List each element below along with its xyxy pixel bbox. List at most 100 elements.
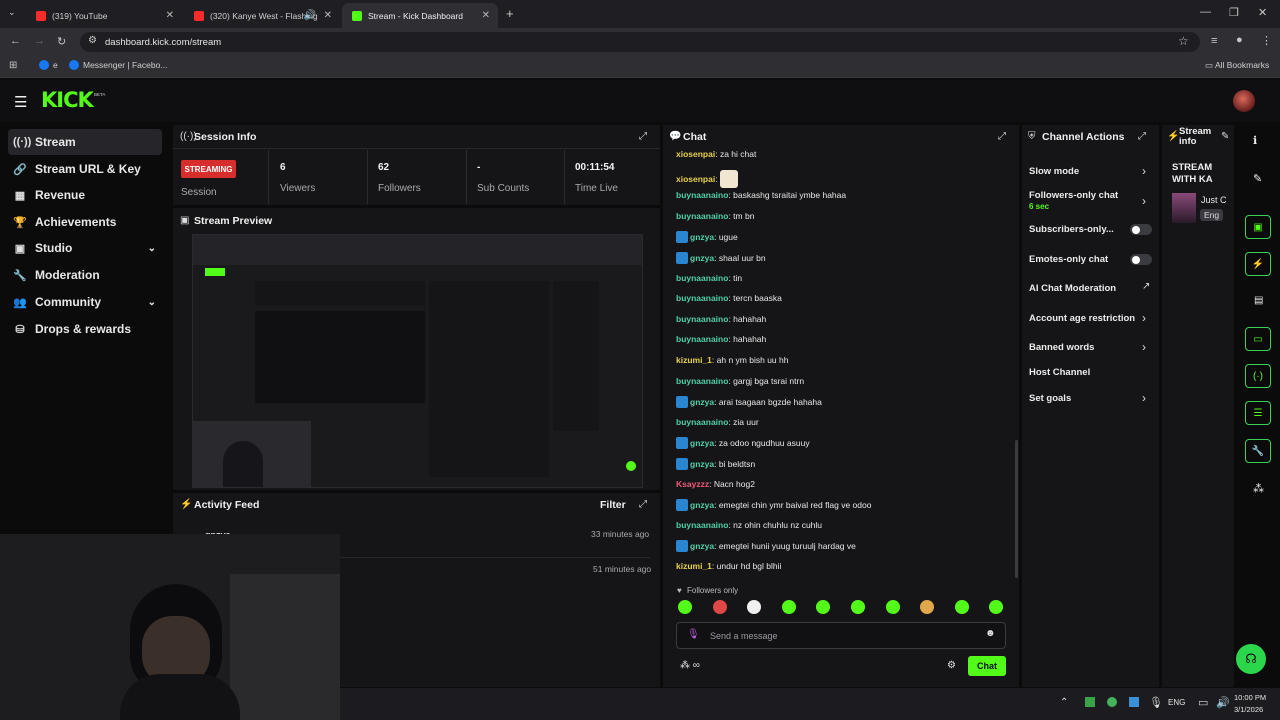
help-button[interactable]: ☊ — [1236, 644, 1266, 674]
minimize-icon[interactable]: — — [1200, 6, 1211, 18]
reload-icon[interactable]: ↻ — [57, 35, 66, 48]
menu-dots-icon[interactable]: ⋮ — [1261, 34, 1272, 47]
slow-mode-label[interactable]: Slow mode — [1029, 166, 1079, 177]
sidebar-item-community[interactable]: 👥 Community ⌄ — [8, 289, 162, 315]
close-icon[interactable]: ✕ — [482, 10, 490, 21]
chat-username[interactable]: buynaanaino — [676, 520, 728, 530]
chevron-right-icon[interactable]: › — [1142, 194, 1146, 208]
chat-username[interactable]: xiosenpai — [676, 149, 715, 159]
chat-username[interactable]: buynaanaino — [676, 190, 728, 200]
ai-chat-moderation-label[interactable]: AI Chat Moderation — [1029, 283, 1116, 294]
emote-button[interactable] — [851, 600, 865, 614]
chat-username[interactable]: gnzya — [690, 438, 714, 448]
settings-gear-icon[interactable]: ⚙ — [947, 660, 956, 671]
set-goals-label[interactable]: Set goals — [1029, 393, 1071, 404]
emotes-only-toggle[interactable] — [1130, 254, 1152, 265]
emoji-icon[interactable]: ☻ — [985, 628, 996, 639]
expand-icon[interactable]: ⤢ — [639, 499, 647, 510]
rail-layout-button[interactable]: ☰ — [1245, 401, 1271, 425]
chat-username[interactable]: buynaanaino — [676, 314, 728, 324]
tab-youtube[interactable]: (319) YouTube ✕ — [26, 3, 182, 28]
clock-time[interactable]: 10:00 PM — [1234, 693, 1266, 702]
pencil-icon[interactable]: ✎ — [1221, 131, 1229, 142]
speaker-icon[interactable]: 🔊 — [304, 10, 316, 21]
tray-app-icon[interactable] — [1107, 697, 1117, 707]
chat-username[interactable]: gnzya — [690, 397, 714, 407]
shield-tray-icon[interactable] — [1129, 697, 1139, 707]
chat-username[interactable]: buynaanaino — [676, 211, 728, 221]
sidebar-item-stream[interactable]: ((·)) Stream — [8, 129, 162, 155]
close-window-icon[interactable]: ✕ — [1258, 6, 1267, 19]
chat-username[interactable]: buynaanaino — [676, 417, 728, 427]
expand-icon[interactable]: ⤢ — [639, 131, 647, 142]
chat-username[interactable]: buynaanaino — [676, 376, 728, 386]
clock-date[interactable]: 3/1/2026 — [1234, 705, 1263, 714]
nvidia-icon[interactable] — [1085, 697, 1095, 707]
community-icon[interactable]: ⁂ — [1253, 482, 1264, 495]
account-age-label[interactable]: Account age restriction — [1029, 313, 1135, 324]
rail-bolt-button[interactable]: ⚡ — [1245, 252, 1271, 276]
emote-button[interactable] — [678, 600, 692, 614]
chat-username[interactable]: Ksayzzz — [676, 479, 709, 489]
rail-chat-button[interactable]: ▭ — [1245, 327, 1271, 351]
chat-input-placeholder[interactable]: Send a message — [710, 631, 778, 641]
document-icon[interactable]: ▤ — [1254, 295, 1263, 306]
chat-username[interactable]: buynaanaino — [676, 273, 728, 283]
rail-wrench-button[interactable]: 🔧 — [1245, 439, 1271, 463]
sidebar-item-revenue[interactable]: ▦ Revenue — [8, 182, 162, 208]
sidebar-item-studio[interactable]: ▣ Studio ⌄ — [8, 235, 162, 261]
chevron-right-icon[interactable]: › — [1142, 311, 1146, 325]
tab-kanye[interactable]: (320) Kanye West - Flashing 🔊 ✕ — [184, 3, 340, 28]
volume-icon[interactable]: 🔊 — [1216, 696, 1230, 709]
chevron-down-icon[interactable]: ⌄ — [148, 243, 156, 254]
sidebar-item-stream-url[interactable]: 🔗 Stream URL & Key — [8, 156, 162, 182]
sidebar-item-drops[interactable]: ⛁ Drops & rewards — [8, 316, 162, 342]
chat-scrollbar[interactable] — [1015, 440, 1018, 578]
banned-words-label[interactable]: Banned words — [1029, 342, 1094, 353]
new-tab-icon[interactable]: + — [506, 6, 514, 21]
bookmark-e[interactable]: e — [39, 60, 58, 70]
chat-username[interactable]: gnzya — [690, 541, 714, 551]
avatar[interactable] — [1233, 90, 1255, 112]
chevron-up-icon[interactable]: ⌃ — [1060, 697, 1068, 708]
chat-username[interactable]: gnzya — [690, 500, 714, 510]
url-field[interactable]: ⚙ dashboard.kick.com/stream ☆ — [80, 32, 1200, 52]
stream-preview-video[interactable] — [192, 234, 643, 488]
sidebar-item-moderation[interactable]: 🔧 Moderation — [8, 262, 162, 288]
close-icon[interactable]: ✕ — [324, 10, 332, 21]
external-link-icon[interactable]: ↗ — [1142, 281, 1150, 292]
bookmark-messenger[interactable]: Messenger | Facebo... — [69, 60, 167, 70]
chat-username[interactable]: buynaanaino — [676, 293, 728, 303]
language-indicator[interactable]: ENG — [1168, 698, 1185, 707]
points-icon[interactable]: ⁂ ∞ — [680, 660, 700, 671]
bookmark-star-icon[interactable]: ☆ — [1178, 34, 1189, 48]
close-icon[interactable]: ✕ — [166, 10, 174, 21]
emote-button[interactable] — [954, 600, 969, 614]
all-bookmarks[interactable]: ▭ All Bookmarks — [1205, 60, 1269, 71]
monitor-icon[interactable]: ▭ — [1198, 696, 1208, 709]
chevron-right-icon[interactable]: › — [1142, 391, 1146, 405]
tab-kick-dashboard[interactable]: Stream - Kick Dashboard ✕ — [342, 3, 498, 28]
tab-search-icon[interactable]: ⌄ — [8, 7, 16, 18]
site-info-icon[interactable]: ⚙ — [88, 35, 97, 46]
chat-username[interactable]: buynaanaino — [676, 334, 728, 344]
chat-input-box[interactable]: 🎙 Send a message ☻ — [676, 622, 1006, 649]
maximize-icon[interactable]: ❐ — [1229, 6, 1239, 19]
chat-username[interactable]: kizumi_1 — [676, 561, 712, 571]
hamburger-menu-icon[interactable]: ☰ — [14, 93, 27, 111]
expand-icon[interactable]: ⤢ — [1138, 131, 1146, 142]
sidebar-item-achievements[interactable]: 🏆 Achievements — [8, 209, 162, 235]
chevron-down-icon[interactable]: ⌄ — [148, 297, 156, 308]
chevron-right-icon[interactable]: › — [1142, 164, 1146, 178]
host-channel-label[interactable]: Host Channel — [1029, 367, 1090, 378]
chat-username[interactable]: gnzya — [690, 232, 714, 242]
info-icon[interactable]: ℹ — [1253, 134, 1257, 147]
apps-icon[interactable]: ⊞ — [9, 60, 17, 71]
media-icon[interactable]: ≡ — [1211, 35, 1217, 47]
subscribers-only-toggle[interactable] — [1130, 224, 1152, 235]
emote-button[interactable] — [885, 600, 900, 614]
send-chat-button[interactable]: Chat — [968, 656, 1006, 676]
microphone-icon[interactable]: 🎙 — [687, 629, 700, 640]
emote-button[interactable] — [781, 600, 796, 614]
back-icon[interactable]: ← — [10, 35, 21, 47]
